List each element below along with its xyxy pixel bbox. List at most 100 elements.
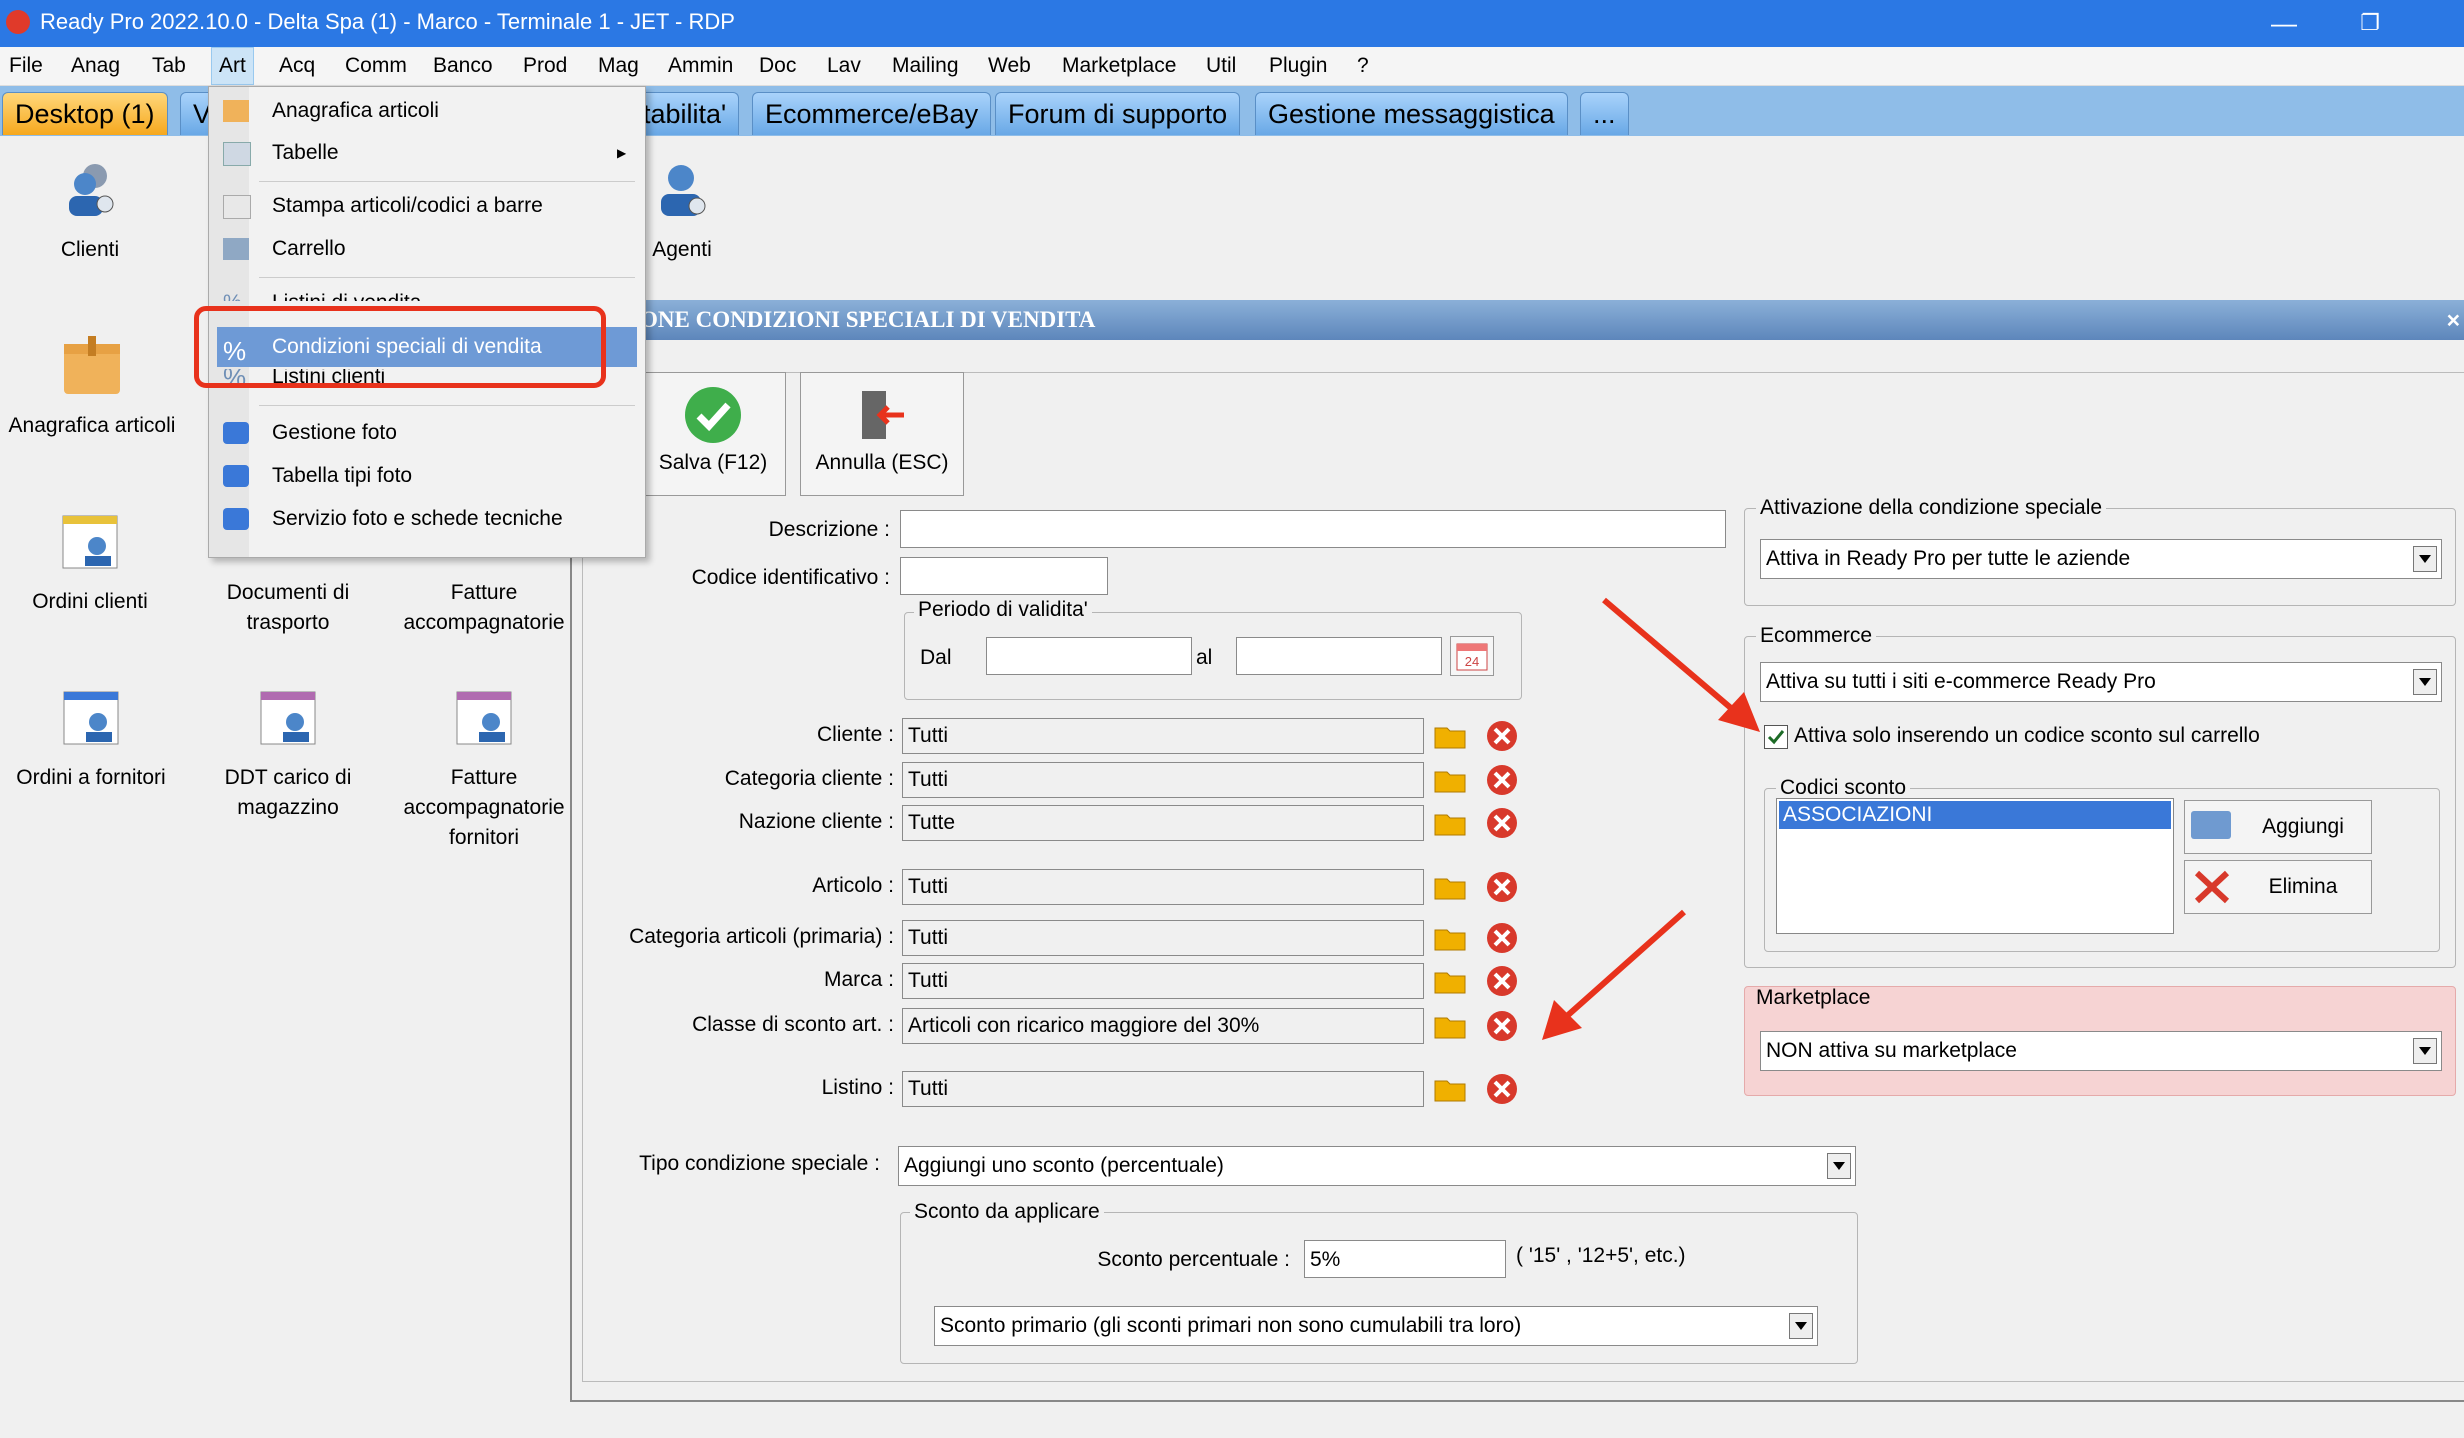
- menu-plugin[interactable]: Plugin: [1262, 47, 1334, 85]
- menu-item-tabella-foto[interactable]: Tabella tipi foto: [217, 456, 637, 496]
- panel-close-icon[interactable]: ×: [2447, 300, 2460, 340]
- menu-item-gestione-foto[interactable]: Gestione foto: [217, 413, 637, 453]
- tab-more[interactable]: ...: [1580, 92, 1629, 135]
- menu-mag[interactable]: Mag: [591, 47, 646, 85]
- browse-button[interactable]: [1432, 762, 1468, 798]
- sconto-hint: ( '15' , '12+5', etc.): [1516, 1244, 1686, 1267]
- delete-icon: [1487, 765, 1517, 795]
- menu-prod[interactable]: Prod: [516, 47, 574, 85]
- calendar-icon: 24: [1456, 643, 1488, 671]
- codici-list[interactable]: ASSOCIAZIONI: [1776, 798, 2174, 934]
- cancel-label: Annulla (ESC): [815, 451, 949, 474]
- clear-button[interactable]: [1484, 869, 1520, 905]
- delete-icon: [1487, 923, 1517, 953]
- menu-web[interactable]: Web: [981, 47, 1038, 85]
- browse-button[interactable]: [1432, 920, 1468, 956]
- ecommerce-select[interactable]: Attiva su tutti i siti e-commerce Ready …: [1760, 662, 2442, 702]
- descrizione-input[interactable]: [900, 510, 1726, 548]
- clear-button[interactable]: [1484, 1008, 1520, 1044]
- menu-util[interactable]: Util: [1199, 47, 1243, 85]
- browse-button[interactable]: [1432, 963, 1468, 999]
- clear-button[interactable]: [1484, 805, 1520, 841]
- sconto-input[interactable]: 5%: [1304, 1240, 1506, 1278]
- desktop-icon-agenti[interactable]: Agenti: [636, 160, 728, 265]
- svg-text:24: 24: [1465, 654, 1479, 669]
- al-input[interactable]: [1236, 637, 1442, 675]
- restore-button[interactable]: ❐: [2340, 4, 2400, 42]
- list-item[interactable]: ASSOCIAZIONI: [1779, 801, 2171, 829]
- filter-value: Tutti: [902, 718, 1424, 754]
- menu-item-servizio-foto[interactable]: Servizio foto e schede tecniche: [217, 499, 637, 539]
- attivazione-title: Attivazione della condizione speciale: [1756, 496, 2107, 520]
- arrow-annotation-icon: [1602, 597, 1760, 732]
- browse-button[interactable]: [1432, 718, 1468, 754]
- menu-item-anagrafica[interactable]: Anagrafica articoli: [217, 91, 637, 131]
- menu-item-stampa[interactable]: Stampa articoli/codici a barre: [217, 186, 637, 226]
- menu-anag[interactable]: Anag: [64, 47, 127, 85]
- filter-value: Tutti: [902, 920, 1424, 956]
- menu-lav[interactable]: Lav: [820, 47, 868, 85]
- add-icon: [2191, 811, 2231, 839]
- clear-button[interactable]: [1484, 762, 1520, 798]
- desktop-icon-fatture-fornitori[interactable]: Fatture accompagnatorie fornitori: [398, 688, 570, 853]
- tipo-select[interactable]: Aggiungi uno sconto (percentuale): [898, 1146, 1856, 1186]
- filter-value: Tutti: [902, 963, 1424, 999]
- fatture-label-2: accompagnatorie: [403, 611, 565, 634]
- attivazione-select[interactable]: Attiva in Ready Pro per tutte le aziende: [1760, 539, 2442, 579]
- elimina-button[interactable]: Elimina: [2184, 860, 2372, 914]
- desktop-icon-ddt[interactable]: DDT carico di magazzino: [208, 688, 368, 823]
- menu-mailing[interactable]: Mailing: [885, 47, 966, 85]
- tab-ecommerce[interactable]: Ecommerce/eBay: [752, 92, 992, 135]
- checkbox-label: Attiva solo inserendo un codice sconto s…: [1794, 724, 2260, 747]
- menu-file[interactable]: File: [2, 47, 50, 85]
- clear-button[interactable]: [1484, 1071, 1520, 1107]
- calendar-button[interactable]: 24: [1450, 636, 1494, 676]
- save-button[interactable]: Salva (F12): [640, 372, 786, 496]
- menu-acq[interactable]: Acq: [272, 47, 322, 85]
- menu-comm[interactable]: Comm: [338, 47, 414, 85]
- menu-tab[interactable]: Tab: [145, 47, 193, 85]
- cancel-button[interactable]: Annulla (ESC): [800, 372, 964, 496]
- codici-title: Codici sconto: [1776, 776, 1911, 800]
- filter-label: Nazione cliente :: [738, 810, 894, 833]
- delete-icon: [1487, 808, 1517, 838]
- tab-messaggistica[interactable]: Gestione messaggistica: [1255, 92, 1568, 135]
- folder-icon: [1434, 1080, 1466, 1102]
- menu-art[interactable]: Art: [211, 47, 254, 85]
- menu-item-tabelle[interactable]: Tabelle ▶: [217, 133, 637, 173]
- delete-icon: [1487, 966, 1517, 996]
- dal-input[interactable]: [986, 637, 1192, 675]
- desktop-icon-clienti[interactable]: Clienti: [30, 160, 150, 265]
- menu-marketplace[interactable]: Marketplace: [1055, 47, 1183, 85]
- menu-ammin[interactable]: Ammin: [661, 47, 740, 85]
- desktop-icon-anagrafica[interactable]: Anagrafica articoli: [4, 336, 180, 441]
- minimize-button[interactable]: —: [2254, 4, 2314, 42]
- sconto-tipo-select[interactable]: Sconto primario (gli sconti primari non …: [934, 1306, 1818, 1346]
- desktop-icon-ordini-fornitori[interactable]: Ordini a fornitori: [6, 688, 176, 793]
- chevron-down-icon: [1827, 1153, 1851, 1179]
- clear-button[interactable]: [1484, 963, 1520, 999]
- menu-item-carrello[interactable]: Carrello: [217, 229, 637, 269]
- browse-button[interactable]: [1432, 1008, 1468, 1044]
- filter-label: Categoria articoli (primaria) :: [629, 925, 894, 948]
- codice-input[interactable]: [900, 557, 1108, 595]
- clear-button[interactable]: [1484, 718, 1520, 754]
- browse-button[interactable]: [1432, 869, 1468, 905]
- browse-button[interactable]: [1432, 805, 1468, 841]
- percent-icon: %: [223, 283, 249, 301]
- filter-value: Tutte: [902, 805, 1424, 841]
- menu-help[interactable]: ?: [1350, 47, 1376, 85]
- marketplace-select[interactable]: NON attiva su marketplace: [1760, 1031, 2442, 1071]
- desktop-icon-ordini-clienti[interactable]: Ordini clienti: [20, 512, 160, 617]
- menu-doc[interactable]: Doc: [752, 47, 803, 85]
- marketplace-value: NON attiva su marketplace: [1766, 1039, 2017, 1062]
- tab-contabilita[interactable]: tabilita': [630, 92, 740, 135]
- tab-desktop[interactable]: Desktop (1): [2, 92, 168, 135]
- aggiungi-button[interactable]: Aggiungi: [2184, 800, 2372, 854]
- browse-button[interactable]: [1432, 1071, 1468, 1107]
- menu-banco[interactable]: Banco: [426, 47, 500, 85]
- menu-item-listini[interactable]: %Listini di vendita: [217, 283, 637, 301]
- clear-button[interactable]: [1484, 920, 1520, 956]
- tipo-label: Tipo condizione speciale :: [639, 1152, 880, 1175]
- tab-forum[interactable]: Forum di supporto: [995, 92, 1241, 135]
